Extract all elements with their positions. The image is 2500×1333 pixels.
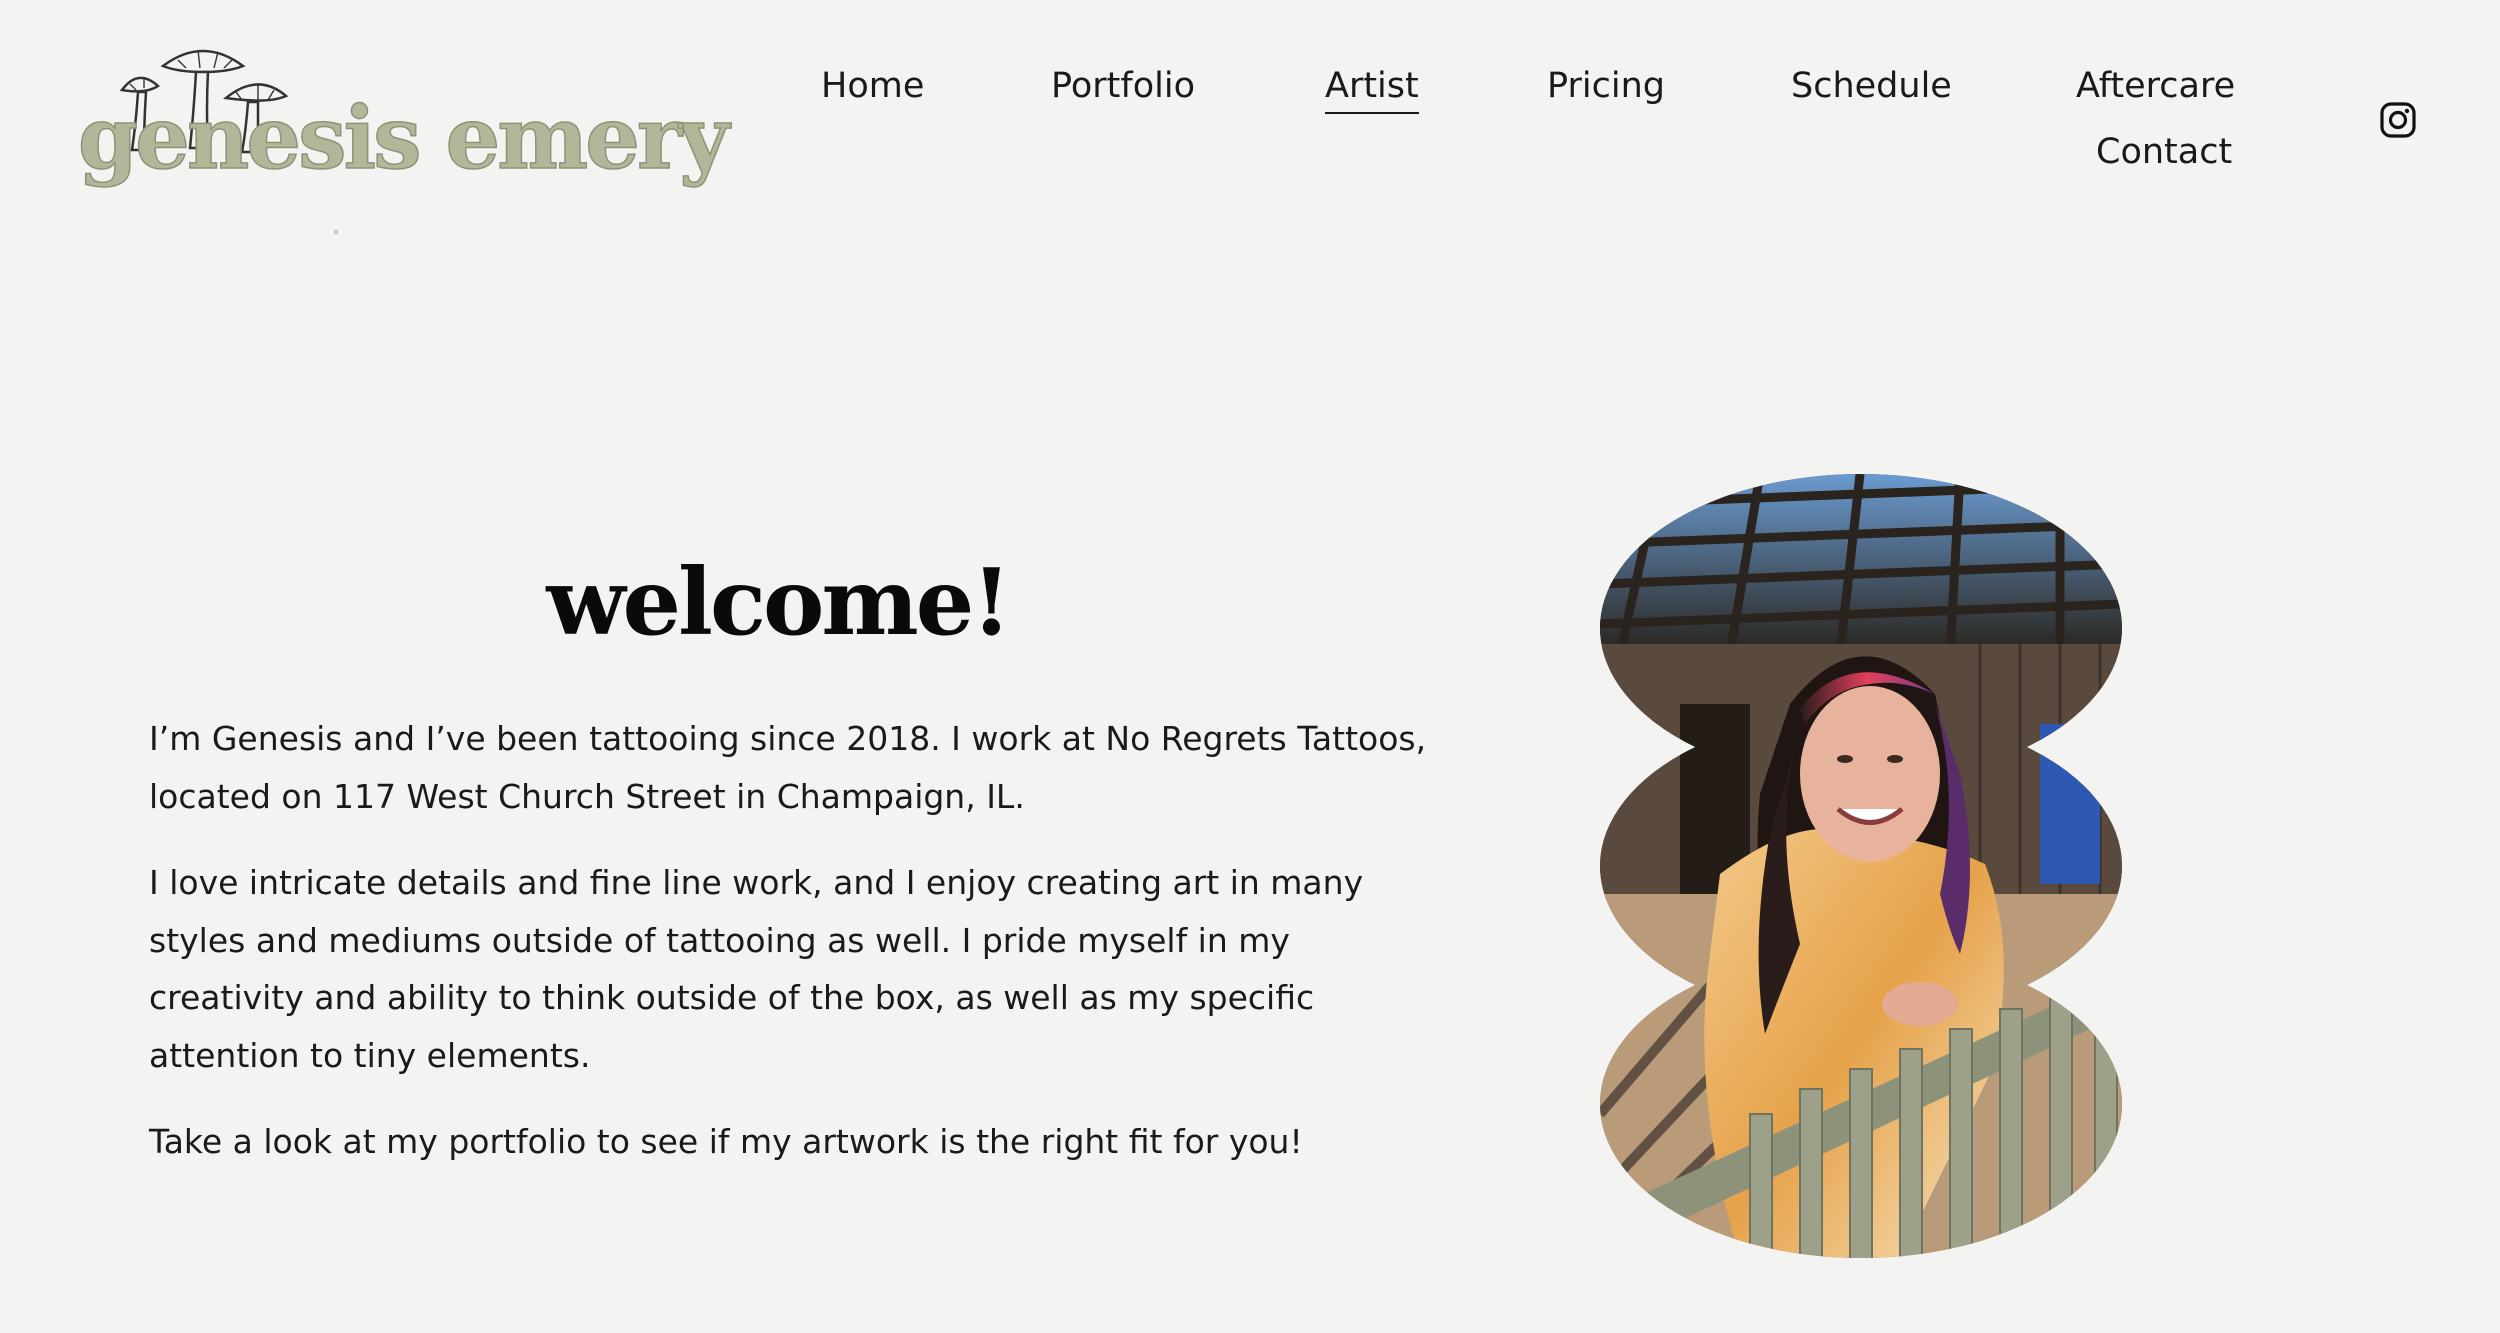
nav-home[interactable]: Home <box>821 66 924 106</box>
page-title: welcome! <box>546 548 1011 656</box>
intro-paragraph: I’m Genesis and I’ve been tattooing sinc… <box>149 719 1427 816</box>
nav-schedule[interactable]: Schedule <box>1791 66 1952 106</box>
main-nav: Home Portfolio Artist Pricing Schedule A… <box>780 66 2270 196</box>
nav-portfolio[interactable]: Portfolio <box>1051 66 1195 106</box>
intro-paragraph: Take a look at my portfolio to see if my… <box>149 1122 1303 1161</box>
site-logo[interactable]: genesis emery <box>77 38 730 248</box>
intro-text: I’m Genesis and I’ve been tattooing sinc… <box>149 710 1449 1200</box>
logo-specks-decoration <box>333 229 339 235</box>
instagram-icon[interactable] <box>2380 102 2416 138</box>
logo-wordmark: genesis emery <box>77 87 730 190</box>
nav-contact[interactable]: Contact <box>2096 132 2232 172</box>
nav-aftercare[interactable]: Aftercare <box>2076 66 2235 106</box>
nav-artist[interactable]: Artist <box>1325 66 1419 114</box>
artist-portrait-photo <box>1600 474 2122 1258</box>
nav-pricing[interactable]: Pricing <box>1547 66 1665 106</box>
intro-paragraph: I love intricate details and fine line w… <box>149 863 1364 1075</box>
page: genesis emery Home Portfolio Artist Pric… <box>0 0 2500 1333</box>
